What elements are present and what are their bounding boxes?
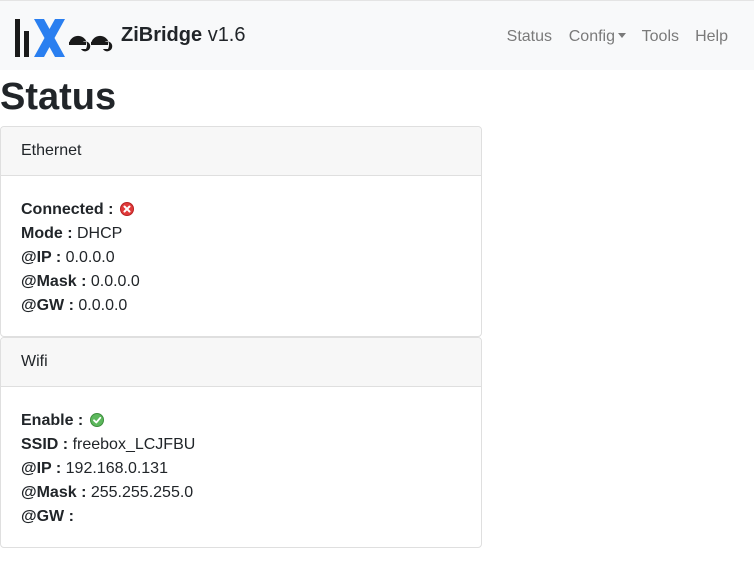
ethernet-mode-row: Mode : DHCP <box>21 222 461 246</box>
check-icon <box>89 413 104 427</box>
ethernet-mask-row: @Mask : 0.0.0.0 <box>21 270 461 294</box>
wifi-gw-row: @GW : <box>21 505 461 529</box>
wifi-card-body: Enable : SSID : freebox_LCJFBU @IP : 192… <box>1 387 481 529</box>
wifi-card-header: Wifi <box>1 338 481 387</box>
mask-label: @Mask : <box>21 484 87 501</box>
wifi-enable-row: Enable : <box>21 409 461 433</box>
ip-label: @IP : <box>21 249 62 266</box>
ethernet-ip-row: @IP : 0.0.0.0 <box>21 246 461 270</box>
connected-label: Connected : <box>21 201 114 218</box>
nav-link-tools[interactable]: Tools <box>642 27 679 47</box>
ethernet-gw-row: @GW : 0.0.0.0 <box>21 294 461 318</box>
lixee-logo[interactable] <box>13 15 117 59</box>
page-title: Status <box>0 76 117 118</box>
ethernet-card-header: Ethernet <box>1 127 481 176</box>
ethernet-card-body: Connected : Mode : DHCP @IP : 0.0.0.0 @M… <box>1 176 481 318</box>
gw-label: @GW : <box>21 297 74 314</box>
brand-title[interactable]: ZiBridge v1.6 <box>121 23 246 47</box>
ip-value: 192.168.0.131 <box>65 460 168 477</box>
ssid-label: SSID : <box>21 436 69 453</box>
nav-link-help[interactable]: Help <box>695 27 728 47</box>
mode-label: Mode : <box>21 225 73 242</box>
gw-label: @GW : <box>21 508 74 525</box>
wifi-card: Wifi Enable : SSID : freebox_LCJFBU @IP … <box>0 337 482 548</box>
wifi-ssid-row: SSID : freebox_LCJFBU <box>21 433 461 457</box>
nav-link-config-label: Config <box>568 28 615 45</box>
navbar: ZiBridge v1.6 Status Config Tools Help <box>0 0 754 70</box>
nav-link-config[interactable]: Config <box>569 27 626 47</box>
ssid-value: freebox_LCJFBU <box>72 436 196 453</box>
wifi-ip-row: @IP : 192.168.0.131 <box>21 457 461 481</box>
ip-label: @IP : <box>21 460 62 477</box>
enable-label: Enable : <box>21 412 84 429</box>
wifi-mask-row: @Mask : 255.255.255.0 <box>21 481 461 505</box>
mode-value: DHCP <box>77 225 123 242</box>
nav-link-status[interactable]: Status <box>507 27 552 47</box>
caret-down-icon <box>618 33 626 38</box>
ethernet-connected-row: Connected : <box>21 198 461 222</box>
brand-name: ZiBridge <box>121 24 203 46</box>
ip-value: 0.0.0.0 <box>65 249 115 266</box>
brand-version: v1.6 <box>207 24 246 46</box>
error-icon <box>119 202 134 216</box>
gw-value: 0.0.0.0 <box>78 297 128 314</box>
mask-value: 0.0.0.0 <box>90 273 140 290</box>
mask-label: @Mask : <box>21 273 87 290</box>
mask-value: 255.255.255.0 <box>90 484 194 501</box>
ethernet-card: Ethernet Connected : Mode : DHCP @IP : 0… <box>0 126 482 337</box>
